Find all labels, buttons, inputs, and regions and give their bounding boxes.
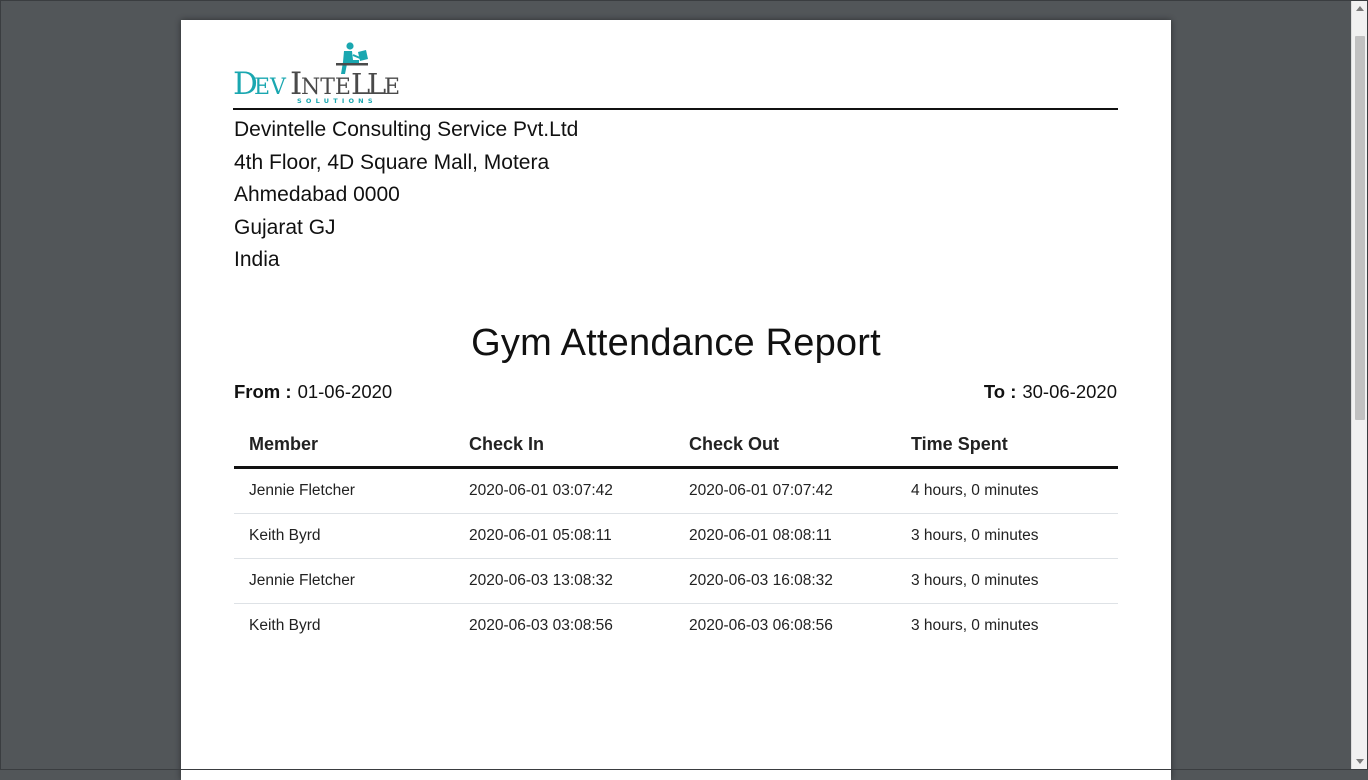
from-value: 01-06-2020: [297, 381, 393, 402]
cell-check-in: 2020-06-01 05:08:11: [454, 513, 674, 559]
cell-member: Jennie Fletcher: [234, 558, 454, 604]
cell-check-in: 2020-06-03 03:08:56: [469, 617, 613, 634]
table-row: Keith Byrd 2020-06-03 03:08:56 2020-06-0…: [234, 604, 1118, 649]
table-header-row: Member Check In Check Out Time Spent: [234, 422, 1118, 469]
header-rule: [233, 108, 1118, 110]
table-row: Keith Byrd 2020-06-01 05:08:11 2020-06-0…: [234, 513, 1118, 559]
scroll-up-arrow-icon[interactable]: [1352, 0, 1368, 17]
company-address: Devintelle Consulting Service Pvt.Ltd 4t…: [234, 114, 578, 277]
cell-time-spent: 3 hours, 0 minutes: [896, 513, 1118, 559]
cell-time-spent: 3 hours, 0 minutes: [911, 617, 1039, 634]
company-logo: D EV I NTE L L E SOLUTIONS: [233, 42, 403, 110]
table-row: Jennie Fletcher 2020-06-03 13:08:32 2020…: [234, 558, 1118, 604]
address-line: 4th Floor, 4D Square Mall, Motera: [234, 150, 550, 174]
svg-text:E: E: [384, 75, 400, 100]
column-header-member: Member: [234, 422, 454, 469]
vertical-scrollbar[interactable]: [1351, 0, 1368, 770]
column-header-check-in: Check In: [454, 422, 674, 469]
cell-check-in: 2020-06-03 13:08:32: [454, 558, 674, 604]
cell-member: Keith Byrd: [234, 513, 454, 559]
svg-text:SOLUTIONS: SOLUTIONS: [297, 97, 377, 105]
from-label: From :: [234, 381, 292, 402]
company-name: Devintelle Consulting Service Pvt.Ltd: [234, 118, 579, 141]
cell-check-out: 2020-06-03 16:08:32: [674, 558, 896, 604]
cell-member: Keith Byrd: [249, 617, 321, 634]
cell-time-spent: 3 hours, 0 minutes: [896, 558, 1118, 604]
date-from: From :01-06-2020: [234, 381, 392, 403]
city-line: Ahmedabad 0000: [234, 183, 400, 206]
report-page: D EV I NTE L L E SOLUTIONS Devintelle Co…: [181, 20, 1171, 780]
state-line: Gujarat GJ: [234, 215, 336, 239]
cell-member: Jennie Fletcher: [234, 467, 454, 514]
to-label: To :: [983, 381, 1017, 402]
cell-check-out: 2020-06-03 06:08:56: [689, 617, 833, 634]
column-header-check-out: Check Out: [674, 422, 896, 469]
scrollbar-thumb[interactable]: [1355, 36, 1365, 420]
cell-time-spent: 4 hours, 0 minutes: [896, 467, 1118, 514]
cell-check-out: 2020-06-01 08:08:11: [674, 513, 896, 559]
table-row: Jennie Fletcher 2020-06-01 03:07:42 2020…: [234, 467, 1118, 514]
svg-text:EV: EV: [254, 75, 287, 100]
column-header-time-spent: Time Spent: [896, 422, 1118, 469]
report-title: Gym Attendance Report: [471, 322, 881, 364]
scroll-down-arrow-icon[interactable]: [1352, 753, 1368, 770]
cell-check-in: 2020-06-01 03:07:42: [454, 467, 674, 514]
country-line: India: [234, 248, 280, 271]
cell-check-out: 2020-06-01 07:07:42: [674, 467, 896, 514]
date-to: To :30-06-2020: [984, 381, 1117, 403]
to-value: 30-06-2020: [1022, 381, 1117, 402]
attendance-table: Member Check In Check Out Time Spent Jen…: [234, 422, 1118, 648]
